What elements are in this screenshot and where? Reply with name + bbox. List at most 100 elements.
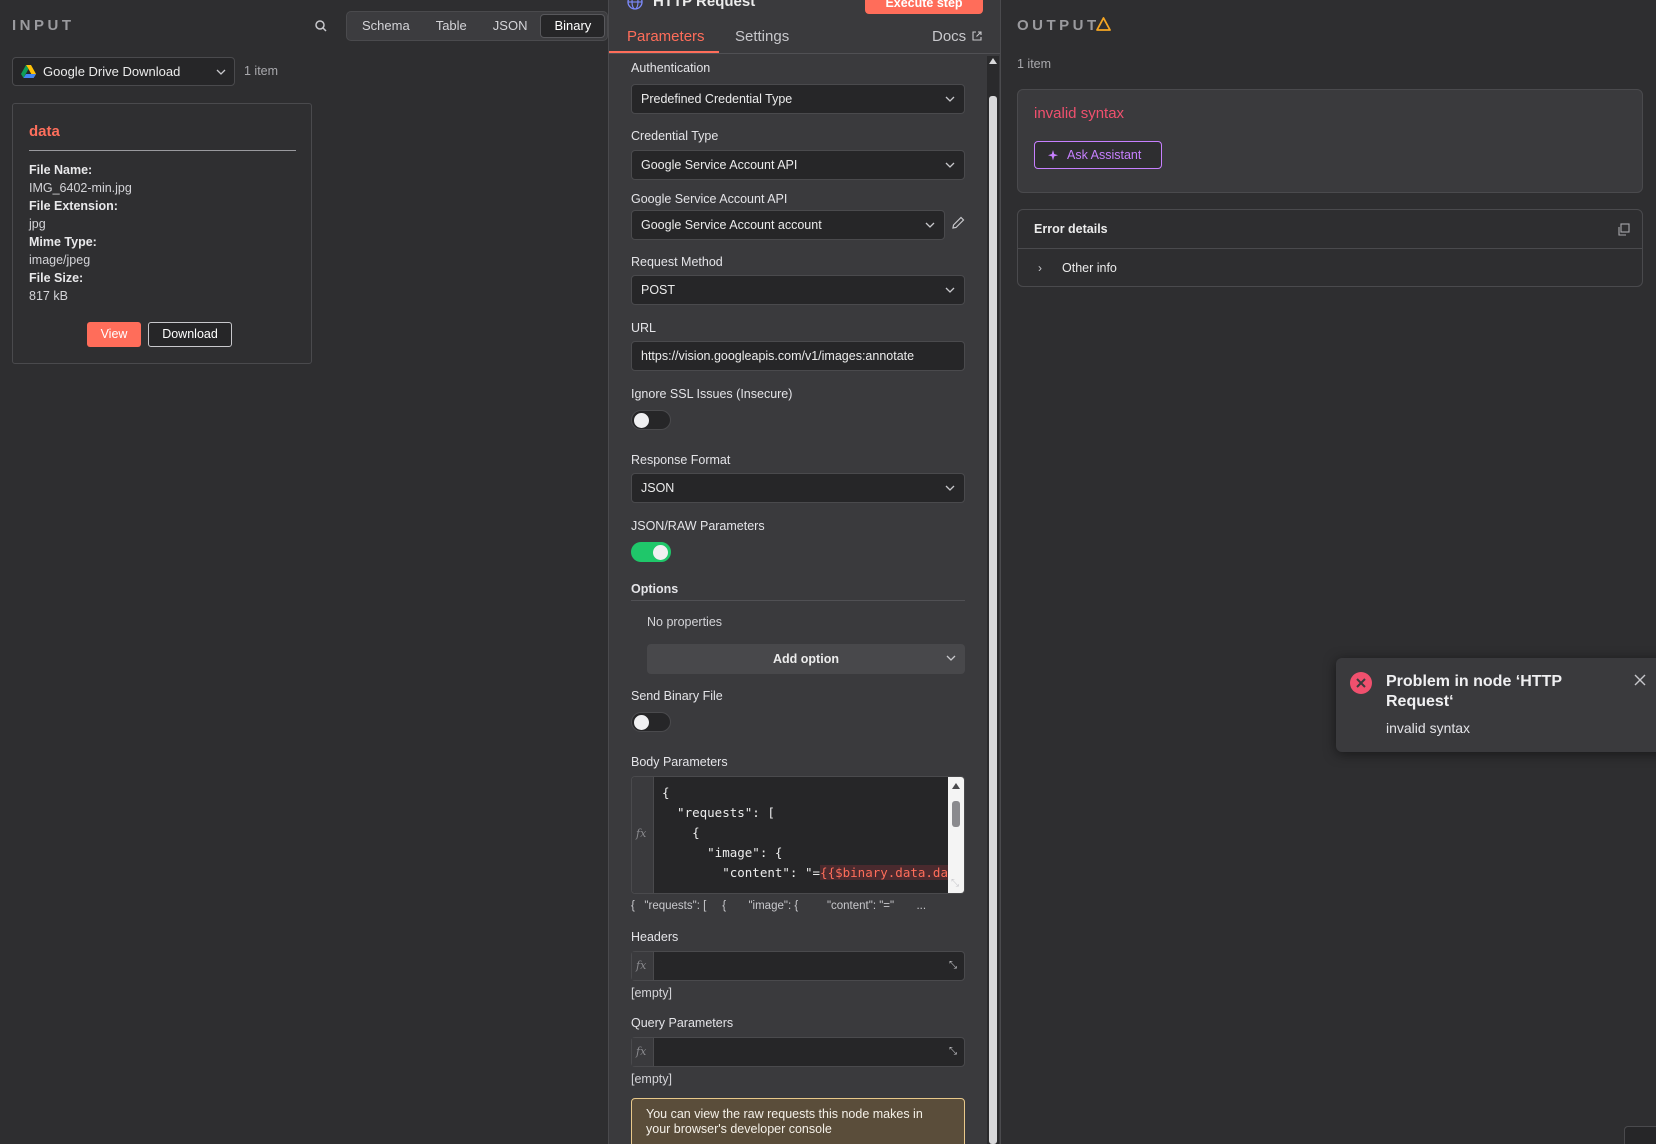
toast-message: invalid syntax xyxy=(1386,720,1471,736)
file-name-label: File Name: xyxy=(29,163,93,177)
output-item-count: 1 item xyxy=(1017,57,1052,71)
input-node-select[interactable]: Google Drive Download xyxy=(12,57,235,86)
download-button[interactable]: Download xyxy=(148,322,232,347)
input-item-count: 1 item xyxy=(244,64,279,78)
scrollbar-thumb[interactable] xyxy=(989,96,997,1144)
headers-input[interactable]: fx ⤡ xyxy=(631,951,965,981)
send-binary-file-toggle[interactable] xyxy=(631,712,671,732)
file-size-value: 817 kB xyxy=(29,289,68,303)
response-format-value: JSON xyxy=(641,481,675,495)
divider xyxy=(29,150,296,151)
authentication-select[interactable]: Predefined Credential Type xyxy=(631,84,965,114)
tab-parameters[interactable]: Parameters xyxy=(627,28,705,45)
google-service-account-label: Google Service Account API xyxy=(631,192,788,206)
google-drive-icon xyxy=(21,65,36,78)
headers-empty-note: [empty] xyxy=(631,986,672,1000)
chevron-down-icon xyxy=(945,96,955,102)
chevron-down-icon xyxy=(925,222,935,228)
add-option-button[interactable]: Add option xyxy=(647,644,965,674)
body-code[interactable]: { "requests": [ { "image": { "content": … xyxy=(662,783,964,883)
fx-icon: fx xyxy=(636,827,647,840)
google-service-account-value: Google Service Account account xyxy=(641,218,822,232)
tab-schema[interactable]: Schema xyxy=(349,14,423,38)
other-info-toggle[interactable]: Other info xyxy=(1062,261,1117,275)
json-raw-parameters-toggle[interactable] xyxy=(631,542,671,562)
expand-editor-icon[interactable]: ⤡ xyxy=(947,876,963,892)
headers-label: Headers xyxy=(631,930,679,944)
body-preview: { "requests": [ { "image": { "content": … xyxy=(631,900,927,912)
url-input[interactable]: https://vision.googleapis.com/v1/images:… xyxy=(631,341,965,371)
tab-settings[interactable]: Settings xyxy=(735,28,789,45)
file-name-value: IMG_6402-min.jpg xyxy=(29,181,132,195)
error-circle-icon xyxy=(1350,672,1372,694)
google-service-account-select[interactable]: Google Service Account account xyxy=(631,210,945,240)
tab-binary[interactable]: Binary xyxy=(540,14,606,38)
ask-assistant-button[interactable]: Ask Assistant xyxy=(1034,141,1162,169)
node-title: HTTP Request xyxy=(653,0,756,10)
expand-editor-icon[interactable]: ⤡ xyxy=(945,958,961,974)
send-binary-file-label: Send Binary File xyxy=(631,689,723,703)
response-format-select[interactable]: JSON xyxy=(631,473,965,503)
tab-json[interactable]: JSON xyxy=(480,14,541,38)
binary-data-card: data File Name: IMG_6402-min.jpg File Ex… xyxy=(12,103,312,364)
chevron-down-icon xyxy=(946,655,956,661)
authentication-label: Authentication xyxy=(631,61,711,75)
divider xyxy=(1018,248,1642,249)
output-title: OUTPUT xyxy=(1017,17,1100,34)
execute-step-button[interactable]: Execute step xyxy=(865,0,983,14)
toggle-knob xyxy=(653,545,668,560)
docs-link[interactable]: Docs xyxy=(932,28,982,45)
code-line-5: "content": "= xyxy=(662,865,821,880)
active-tab-indicator xyxy=(609,51,719,53)
mime-type-value: image/jpeg xyxy=(29,253,91,267)
scroll-up-arrow-icon[interactable] xyxy=(952,783,960,789)
search-icon[interactable] xyxy=(314,19,328,33)
file-size-label: File Size: xyxy=(29,271,84,285)
error-toast: Problem in node ‘HTTP Request‘ invalid s… xyxy=(1336,658,1656,752)
credential-type-select[interactable]: Google Service Account API xyxy=(631,150,965,180)
corner-action-button[interactable] xyxy=(1624,1126,1656,1144)
node-header: HTTP Request Execute step xyxy=(609,0,1001,14)
error-title: invalid syntax xyxy=(1034,105,1125,122)
ignore-ssl-toggle[interactable] xyxy=(631,410,671,430)
sparkle-icon xyxy=(1048,150,1058,161)
ask-assistant-label: Ask Assistant xyxy=(1067,148,1142,162)
request-method-select[interactable]: POST xyxy=(631,275,965,305)
chevron-down-icon xyxy=(945,162,955,168)
execute-step-label: Execute step xyxy=(885,0,963,10)
code-line-3: { xyxy=(662,825,700,840)
file-name-field: File Name: IMG_6402-min.jpg File Extensi… xyxy=(29,161,132,305)
error-details-card: Error details › Other info xyxy=(1017,209,1643,287)
body-parameters-label: Body Parameters xyxy=(631,755,728,769)
view-button[interactable]: View xyxy=(87,322,141,347)
expand-editor-icon[interactable]: ⤡ xyxy=(945,1044,961,1060)
scroll-up-arrow-icon[interactable] xyxy=(989,58,997,64)
node-parameters-panel: HTTP Request Execute step Parameters Set… xyxy=(608,0,1001,1144)
warning-icon xyxy=(1096,17,1111,31)
code-line-4: "image": { xyxy=(662,845,783,860)
input-panel: INPUT Schema Table JSON Binary Google Dr… xyxy=(0,0,609,1144)
toast-title: Problem in node ‘HTTP Request‘ xyxy=(1386,673,1562,710)
code-scrollbar-thumb[interactable] xyxy=(952,801,960,827)
request-method-value: POST xyxy=(641,283,676,297)
copy-icon[interactable] xyxy=(1617,223,1630,236)
body-parameters-editor[interactable]: fx { "requests": [ { "image": { "content… xyxy=(631,776,965,894)
globe-icon xyxy=(627,0,643,10)
url-label: URL xyxy=(631,321,657,335)
file-extension-value: jpg xyxy=(29,217,46,231)
request-method-label: Request Method xyxy=(631,255,723,269)
input-title: INPUT xyxy=(12,17,75,34)
query-parameters-input[interactable]: fx ⤡ xyxy=(631,1037,965,1067)
edit-credential-pencil-icon[interactable] xyxy=(951,216,965,230)
close-icon[interactable] xyxy=(1634,674,1646,686)
tab-table[interactable]: Table xyxy=(423,14,480,38)
expression-gutter: fx xyxy=(632,777,654,893)
docs-link-label: Docs xyxy=(932,28,967,45)
add-option-label: Add option xyxy=(773,652,839,666)
chevron-down-icon xyxy=(216,69,226,75)
chevron-right-icon[interactable]: › xyxy=(1038,261,1042,275)
json-raw-parameters-label: JSON/RAW Parameters xyxy=(631,519,765,533)
mime-type-label: Mime Type: xyxy=(29,235,97,249)
expression-gutter: fx xyxy=(632,1038,654,1066)
panel-scrollbar[interactable] xyxy=(987,56,999,1144)
